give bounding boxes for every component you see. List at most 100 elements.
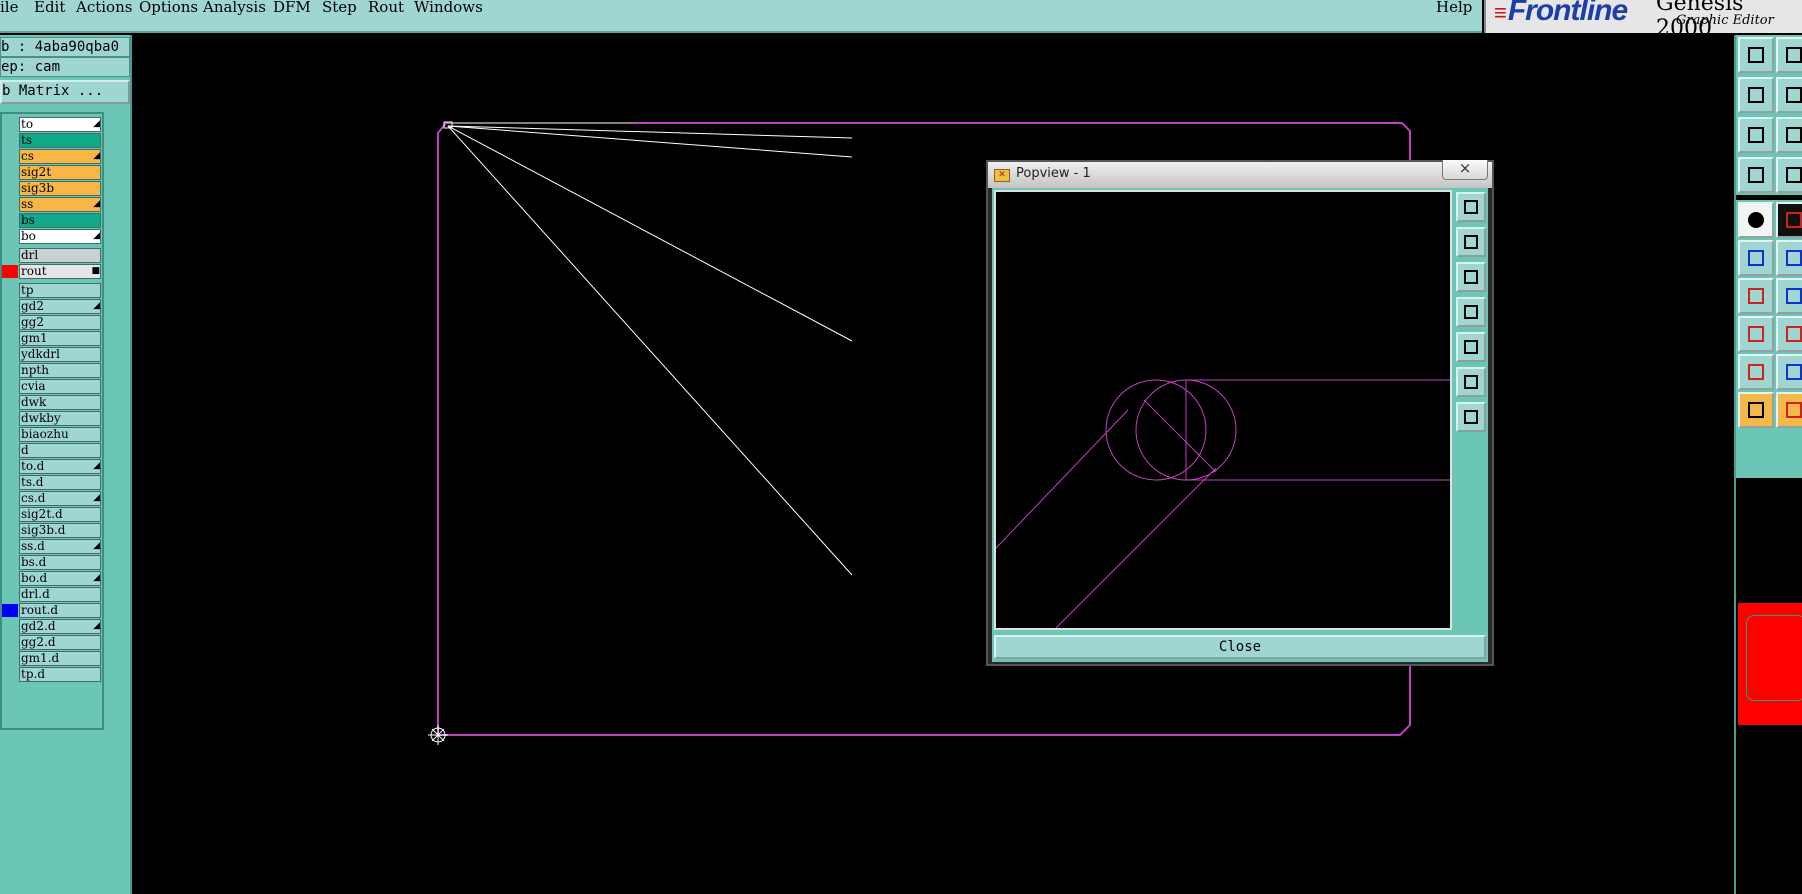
- layer-color-swatch[interactable]: [2, 572, 18, 585]
- menu-help[interactable]: Help: [1436, 0, 1472, 15]
- layer-row-cvia[interactable]: cvia: [2, 379, 102, 394]
- popview-close-button[interactable]: Close: [994, 635, 1486, 659]
- zoom-out-icon[interactable]: [1776, 77, 1802, 113]
- layer-row-dwk[interactable]: dwk: [2, 395, 102, 410]
- layer-color-swatch[interactable]: [2, 668, 18, 681]
- layer-row-bs-d[interactable]: bs.d: [2, 555, 102, 570]
- layer-name[interactable]: ts: [19, 133, 101, 148]
- layer-color-swatch[interactable]: [2, 444, 18, 457]
- layer-name[interactable]: gd2: [19, 299, 101, 314]
- layer-row-biaozhu[interactable]: biaozhu: [2, 427, 102, 442]
- layer-name[interactable]: rout.d: [19, 603, 101, 618]
- layer-name[interactable]: gm1.d: [19, 651, 101, 666]
- layer-color-swatch[interactable]: [2, 540, 18, 553]
- layer-row-drl[interactable]: drl: [2, 248, 102, 263]
- layer-color-swatch[interactable]: [2, 134, 18, 147]
- menu-rout[interactable]: Rout: [368, 0, 404, 15]
- arrow-triangle-icon[interactable]: [1776, 354, 1802, 390]
- layer-color-swatch[interactable]: [2, 332, 18, 345]
- layer-row-npth[interactable]: npth: [2, 363, 102, 378]
- layer-name[interactable]: gd2.d: [19, 619, 101, 634]
- close-icon[interactable]: ×: [1442, 160, 1488, 180]
- layer-name[interactable]: dwkby: [19, 411, 101, 426]
- layer-row-rout-d[interactable]: rout.d: [2, 603, 102, 618]
- layer-color-swatch[interactable]: [2, 556, 18, 569]
- menu-step[interactable]: Step: [322, 0, 357, 15]
- layer-row-ts-d[interactable]: ts.d: [2, 475, 102, 490]
- menu-analysis[interactable]: Analysis: [203, 0, 266, 15]
- pan-up-icon[interactable]: [1456, 227, 1486, 257]
- layer-color-swatch[interactable]: [2, 150, 18, 163]
- layer-name[interactable]: cs: [19, 149, 101, 164]
- layer-color-swatch[interactable]: [2, 214, 18, 227]
- layer-color-swatch[interactable]: [2, 396, 18, 409]
- layer-name[interactable]: cs.d: [19, 491, 101, 506]
- layer-color-swatch[interactable]: [2, 284, 18, 297]
- line-angle-icon[interactable]: [1776, 278, 1802, 314]
- layer-row-sig2t-d[interactable]: sig2t.d: [2, 507, 102, 522]
- stretch-icon[interactable]: [1776, 117, 1802, 153]
- layer-color-swatch[interactable]: [2, 182, 18, 195]
- menu-options[interactable]: Options: [139, 0, 198, 15]
- layer-name[interactable]: bo: [19, 229, 101, 244]
- zoom-fit-icon[interactable]: [1456, 367, 1486, 397]
- layer-list[interactable]: to ◢ ts cs ◢ sig2t sig3b ss ◢ bs bo ◢ drl rout ■ tp gd2 ◢…: [0, 112, 104, 730]
- layer-color-swatch[interactable]: [2, 249, 18, 262]
- layer-row-gd2-d[interactable]: gd2.d ◢: [2, 619, 102, 634]
- layer-color-swatch[interactable]: [2, 524, 18, 537]
- layer-row-sig3b-d[interactable]: sig3b.d: [2, 523, 102, 538]
- grid-icon[interactable]: [1776, 157, 1802, 193]
- layer-name[interactable]: tp: [19, 283, 101, 298]
- layer-name[interactable]: dwk: [19, 395, 101, 410]
- menu-windows[interactable]: Windows: [414, 0, 483, 15]
- layer-name[interactable]: d: [19, 443, 101, 458]
- layer-color-swatch[interactable]: [2, 476, 18, 489]
- fit-icon[interactable]: [1738, 117, 1774, 153]
- layer-row-sig3b[interactable]: sig3b: [2, 181, 102, 196]
- layer-row-gg2[interactable]: gg2: [2, 315, 102, 330]
- layer-name[interactable]: gm1: [19, 331, 101, 346]
- layer-color-swatch[interactable]: [2, 265, 18, 278]
- popview-viewport[interactable]: [994, 190, 1452, 630]
- line-icon[interactable]: [1738, 278, 1774, 314]
- select-pointer-icon[interactable]: [1738, 392, 1774, 428]
- layer-color-swatch[interactable]: [2, 198, 18, 211]
- graphic-canvas[interactable]: ✕ Popview - 1 × Close: [134, 35, 1734, 894]
- job-matrix-button[interactable]: b Matrix ...: [0, 80, 130, 104]
- layer-name[interactable]: to: [19, 117, 101, 132]
- layer-name[interactable]: drl.d: [19, 587, 101, 602]
- layer-row-cs-d[interactable]: cs.d ◢: [2, 491, 102, 506]
- menu-dfm[interactable]: DFM: [273, 0, 311, 15]
- layer-row-tp[interactable]: tp: [2, 283, 102, 298]
- pan-down-icon[interactable]: [1456, 262, 1486, 292]
- layer-color-swatch[interactable]: [2, 428, 18, 441]
- dash-icon[interactable]: [1776, 316, 1802, 352]
- layer-color-swatch[interactable]: [2, 380, 18, 393]
- layer-color-swatch[interactable]: [2, 316, 18, 329]
- layer-color-swatch[interactable]: [2, 636, 18, 649]
- layer-row-ts[interactable]: ts: [2, 133, 102, 148]
- layer-row-bs[interactable]: bs: [2, 213, 102, 228]
- layer-row-gd2[interactable]: gd2 ◢: [2, 299, 102, 314]
- layer-color-swatch[interactable]: [2, 166, 18, 179]
- layer-row-to[interactable]: to ◢: [2, 117, 102, 132]
- feature-icon[interactable]: [1738, 202, 1774, 238]
- menu-edit[interactable]: Edit: [34, 0, 65, 15]
- layer-row-tp-d[interactable]: tp.d: [2, 667, 102, 682]
- layer-color-swatch[interactable]: [2, 604, 18, 617]
- layer-name[interactable]: drl: [19, 248, 101, 263]
- triangle-icon[interactable]: [1738, 354, 1774, 390]
- layer-color-swatch[interactable]: [2, 508, 18, 521]
- layer-row-rout[interactable]: rout ■: [2, 264, 102, 279]
- layer-row-bo[interactable]: bo ◢: [2, 229, 102, 244]
- zoom-in-icon[interactable]: [1738, 77, 1774, 113]
- menu-actions[interactable]: Actions: [76, 0, 132, 15]
- layer-row-cs[interactable]: cs ◢: [2, 149, 102, 164]
- layer-name[interactable]: bo.d: [19, 571, 101, 586]
- layer-color-swatch[interactable]: [2, 348, 18, 361]
- layer-name[interactable]: ts.d: [19, 475, 101, 490]
- layer-row-sig2t[interactable]: sig2t: [2, 165, 102, 180]
- layer-row-gm1-d[interactable]: gm1.d: [2, 651, 102, 666]
- pan-right-icon[interactable]: [1456, 332, 1486, 362]
- layer-row-ss-d[interactable]: ss.d ◢: [2, 539, 102, 554]
